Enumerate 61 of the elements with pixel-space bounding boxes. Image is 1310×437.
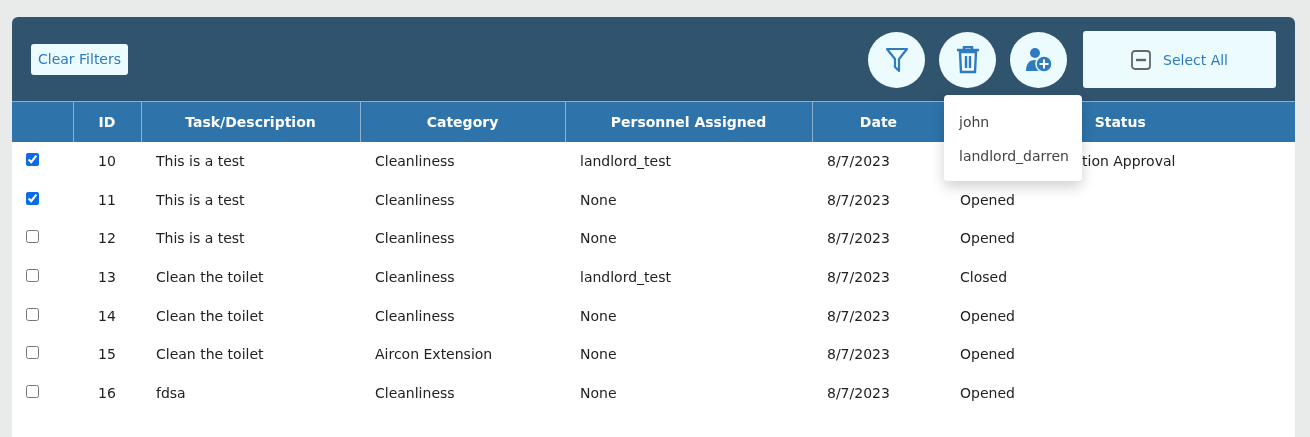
- table-cell: 14: [98, 307, 116, 324]
- row-checkbox[interactable]: [26, 230, 39, 244]
- table-cell: 13: [98, 268, 116, 285]
- minus-square-icon: [1131, 49, 1151, 70]
- row-checkbox[interactable]: [26, 384, 39, 398]
- table-cell: 8/7/2023: [827, 230, 890, 247]
- table-cell: Cleanliness: [375, 307, 455, 324]
- table-cell: Opened: [960, 346, 1015, 363]
- table-cell: 8/7/2023: [827, 384, 890, 401]
- add-user-icon: [1024, 46, 1053, 73]
- clear-filters-button[interactable]: Clear Filters: [31, 43, 129, 75]
- row-checkbox[interactable]: [26, 307, 39, 321]
- table-cell: tion Approval: [1082, 152, 1176, 169]
- table-cell: 16: [98, 384, 116, 401]
- table-cell: Opened: [960, 191, 1015, 208]
- column-header: Personnel Assigned: [565, 101, 812, 142]
- table-cell: None: [580, 384, 617, 401]
- table-cell: 8/7/2023: [827, 268, 890, 285]
- table-cell: Opened: [960, 384, 1015, 401]
- table-cell: Cleanliness: [375, 384, 455, 401]
- row-checkbox[interactable]: [26, 346, 39, 360]
- table-cell: Aircon Extension: [375, 346, 493, 363]
- table-cell: 8/7/2023: [827, 307, 890, 324]
- table-cell: Opened: [960, 230, 1015, 247]
- select-all-button[interactable]: Select All: [1083, 31, 1276, 88]
- table-cell: 11: [98, 191, 116, 208]
- table-cell: landlord_test: [580, 152, 671, 169]
- row-checkbox[interactable]: [26, 191, 39, 205]
- table-cell: 10: [98, 152, 116, 169]
- table-cell: 8/7/2023: [827, 191, 890, 208]
- table-cell: fdsa: [156, 384, 186, 401]
- table-cell: Closed: [960, 268, 1008, 285]
- table-cell: None: [580, 230, 617, 247]
- table-cell: Clean the toilet: [156, 346, 264, 363]
- table-cell: This is a test: [156, 191, 245, 208]
- table-cell: This is a test: [156, 152, 245, 169]
- column-header: ID: [73, 101, 141, 142]
- table-cell: None: [580, 346, 617, 363]
- table-cell: Opened: [960, 307, 1015, 324]
- row-checkbox[interactable]: [26, 268, 39, 282]
- table-cell: Clean the toilet: [156, 268, 264, 285]
- column-header: Task/Description: [141, 101, 360, 142]
- table-cell: 15: [98, 346, 116, 363]
- table-cell: This is a test: [156, 230, 245, 247]
- table-cell: Cleanliness: [375, 152, 455, 169]
- table-cell: 12: [98, 230, 116, 247]
- table-cell: Cleanliness: [375, 268, 455, 285]
- table-cell: landlord_test: [580, 268, 671, 285]
- filter-icon: [884, 46, 909, 73]
- trash-icon: [955, 45, 980, 74]
- table-cell: 8/7/2023: [827, 152, 890, 169]
- table-cell: Cleanliness: [375, 191, 455, 208]
- table-cell: 8/7/2023: [827, 346, 890, 363]
- table-cell: None: [580, 191, 617, 208]
- table-cell: Cleanliness: [375, 230, 455, 247]
- menu-item[interactable]: landlord_darren: [944, 139, 1082, 173]
- table-cell: Clean the toilet: [156, 307, 264, 324]
- menu-item[interactable]: john: [944, 105, 1082, 139]
- row-checkbox[interactable]: [26, 152, 39, 166]
- column-header: Category: [360, 101, 565, 142]
- table-cell: None: [580, 307, 617, 324]
